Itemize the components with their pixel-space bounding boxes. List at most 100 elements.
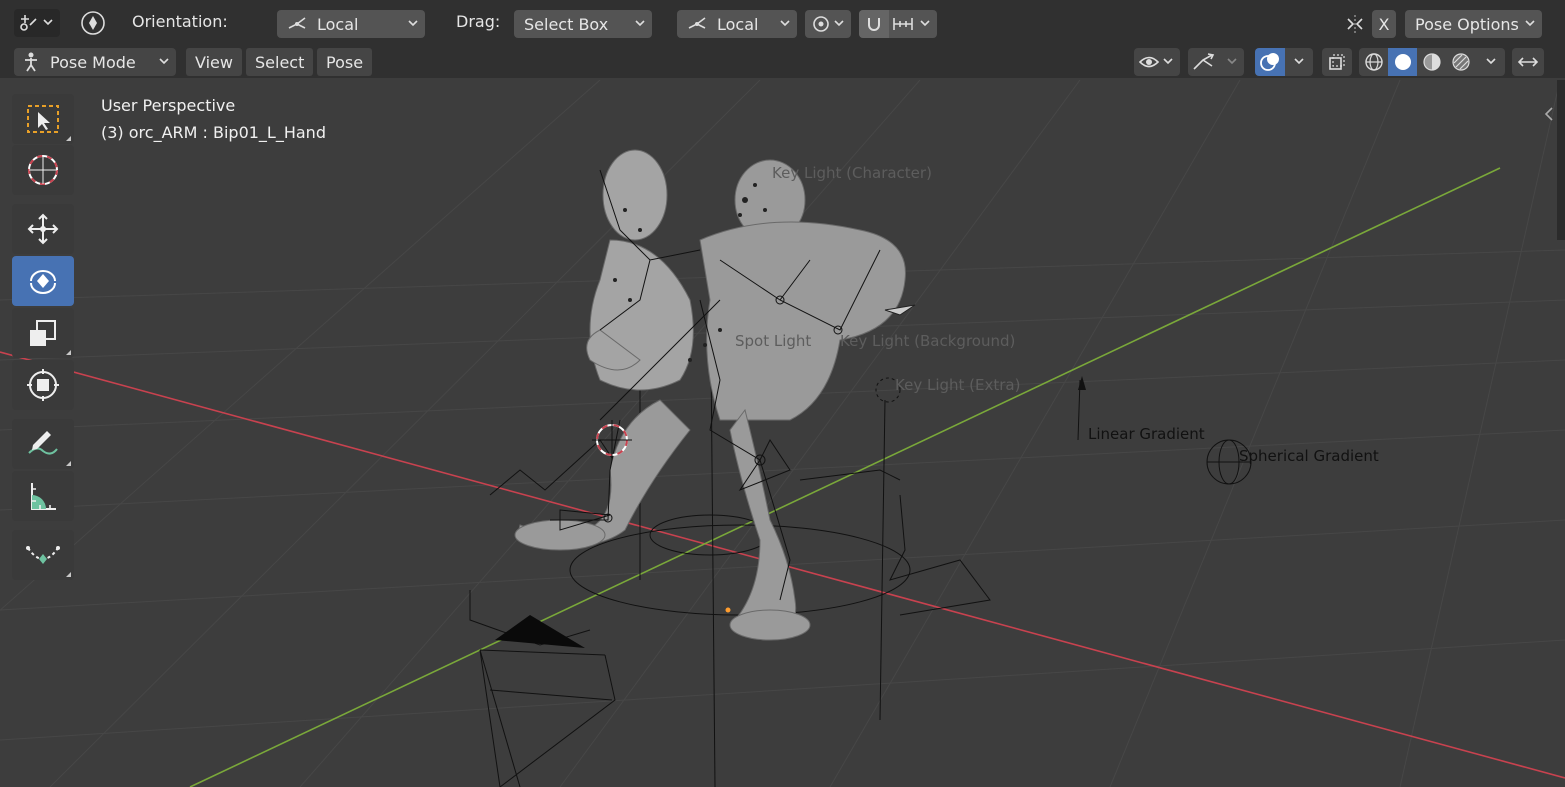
visibility-dropdown[interactable] [1134,48,1180,76]
chevron-left-icon [1544,107,1553,121]
overlays-dropdown[interactable] [1285,48,1313,76]
tool-corner-indicator [66,136,71,141]
overlays-icon [1260,53,1279,71]
tool-corner-indicator [66,350,71,355]
chevron-down-icon [159,58,169,65]
drag-label: Drag: [456,12,501,31]
view-name: User Perspective [101,96,236,115]
magnet-icon [868,18,880,31]
scale-icon [30,320,56,346]
local-axes-icon [688,17,706,29]
cursor-icon [28,155,58,185]
label-key-light-extra: Key Light (Extra) [895,376,1021,394]
pivot-point-icon [813,16,829,32]
shading-wireframe[interactable] [1359,48,1388,76]
orientation-value: Local [317,14,359,34]
tool-select-box[interactable] [12,94,74,144]
overlays-toggle[interactable] [1255,48,1285,76]
editor-type-icon [20,15,37,31]
mode-dropdown[interactable]: Pose Mode [14,48,176,76]
x-mirror-icon[interactable] [1340,10,1370,38]
chevron-down-icon [1227,58,1237,65]
orientation-label: Orientation: [132,12,228,31]
tool-bone-curve[interactable] [12,530,74,580]
pivot-dropdown[interactable]: Local [677,10,797,38]
label-spot-light: Spot Light [735,332,812,350]
active-object-name: (3) orc_ARM : Bip01_L_Hand [101,123,326,142]
eye-icon [1138,56,1160,68]
drag-value: Select Box [524,14,609,34]
tool-corner-indicator [66,461,71,466]
chevron-down-icon [43,19,53,26]
shading-group [1359,48,1505,76]
snap-group [859,10,937,38]
chevron-down-icon [834,20,844,27]
sidebar-collapse-arrow[interactable] [1541,104,1557,124]
orientation-dropdown[interactable]: Local [277,10,425,38]
bone-curve-icon [26,546,60,564]
gizmo-dropdown[interactable] [1188,48,1244,76]
menu-pose[interactable]: Pose [317,48,373,76]
annotate-pencil-icon [28,431,58,455]
origin-dot [725,607,731,613]
horizontal-arrows-icon [1517,57,1539,67]
3d-viewport[interactable]: Key Light (Character) Key Light (Backgro… [0,80,1565,787]
move-icon [27,213,59,245]
right-scrollbar[interactable] [1557,80,1565,240]
solid-sphere-icon [1394,54,1411,70]
x-mirror-toggle[interactable]: X [1372,10,1396,38]
chevron-down-icon [1163,58,1173,65]
editor-type-button[interactable] [14,9,60,37]
shading-material[interactable] [1417,48,1446,76]
chevron-down-icon [1294,58,1304,65]
menu-view[interactable]: View [186,48,242,76]
tool-measure[interactable] [12,471,74,521]
label-spherical-gradient: Spherical Gradient [1239,447,1379,465]
tool-scale[interactable] [12,308,74,358]
chevron-down-icon [780,20,790,27]
carried-character [586,149,694,391]
drag-dropdown[interactable]: Select Box [514,10,652,38]
pose-mode-icon [25,52,37,72]
local-axes-icon [288,17,306,29]
pose-options-dropdown[interactable]: Pose Options [1405,10,1542,38]
tool-transform[interactable] [12,360,74,410]
snap-increment-icon[interactable] [891,14,915,34]
xray-toggle[interactable] [1322,48,1352,76]
shading-solid[interactable] [1388,48,1417,76]
tool-rotate[interactable] [12,256,74,306]
select-box-icon [27,105,59,133]
chevron-down-icon[interactable] [1485,54,1497,68]
tool-cursor[interactable] [12,145,74,195]
tool-annotate[interactable] [12,419,74,469]
label-key-light-character: Key Light (Character) [772,164,932,182]
measure-ruler-icon [31,483,56,510]
wireframe-sphere-icon [1364,53,1383,71]
tool-move[interactable] [12,204,74,254]
gizmo-icon [1193,53,1215,70]
material-sphere-icon [1422,53,1441,71]
viewport-scene [0,80,1565,787]
snap-toggle[interactable] [859,10,889,38]
chevron-down-icon [635,20,645,27]
transform-pivot-icon[interactable] [74,8,112,38]
rendered-sphere-icon [1451,53,1470,71]
chevron-down-icon [408,20,418,27]
spot-light-cone [495,615,585,648]
label-key-light-background: Key Light (Background) [840,332,1016,350]
pose-options-label: Pose Options [1415,14,1519,34]
tool-header: Orientation: Local Drag: Select Box Loca… [0,0,1565,46]
transform-icon [27,369,59,401]
pivot-point-dropdown[interactable] [805,10,851,38]
sidebar-toggle[interactable] [1512,48,1544,76]
chevron-down-icon[interactable] [919,16,931,30]
tool-corner-indicator [66,572,71,577]
chevron-down-icon [1525,20,1535,27]
x-mirror-label: X [1378,14,1390,34]
orc-character [514,159,906,641]
arrow-head [1078,376,1086,390]
pivot-value: Local [717,14,759,34]
shading-rendered[interactable] [1446,48,1475,76]
menu-select[interactable]: Select [246,48,314,76]
rotate-icon [30,270,56,294]
